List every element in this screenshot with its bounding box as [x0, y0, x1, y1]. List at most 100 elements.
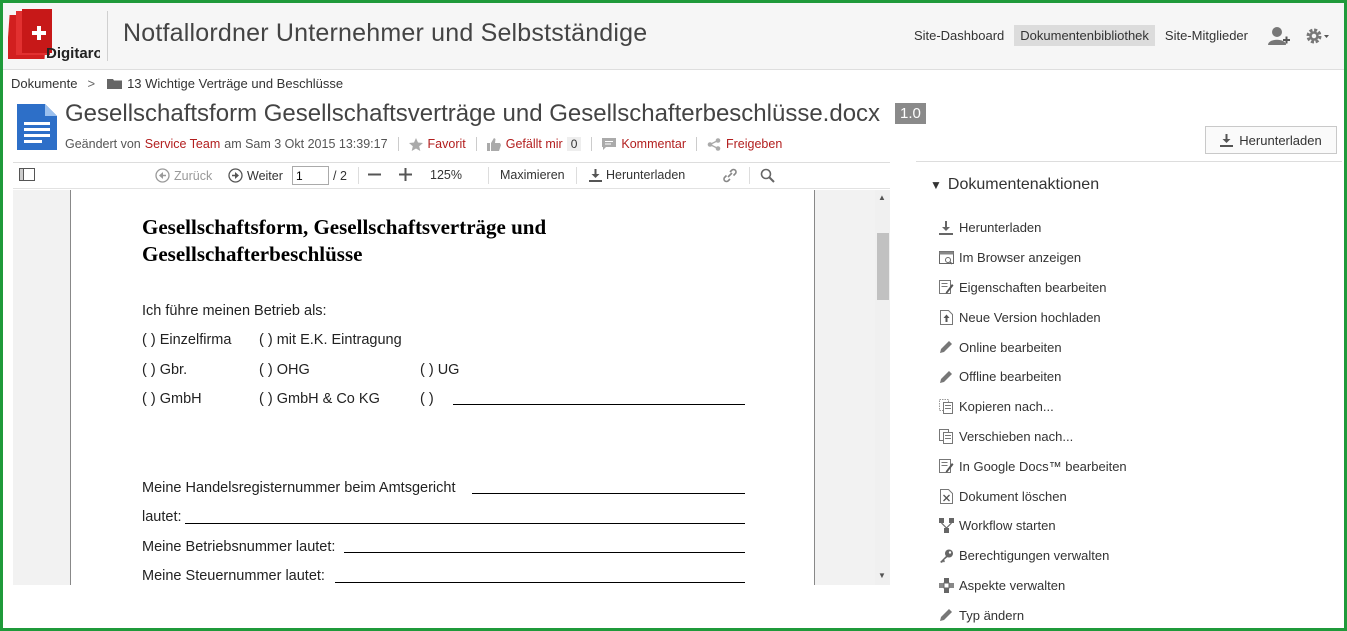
fill-line: [472, 493, 745, 494]
nav-site-dashboard[interactable]: Site-Dashboard: [908, 25, 1010, 46]
breadcrumb-folder-label: 13 Wichtige Verträge und Beschlüsse: [127, 76, 344, 91]
action-move-to[interactable]: Verschieben nach...: [938, 422, 1127, 452]
pencil-icon: [938, 339, 954, 355]
meta-divider: [397, 137, 399, 151]
search-icon[interactable]: [760, 168, 775, 183]
action-copy-to[interactable]: Kopieren nach...: [938, 392, 1127, 422]
page-number-control: / 2: [292, 166, 347, 185]
action-change-type[interactable]: Typ ändern: [938, 600, 1127, 628]
previous-page-label: Zurück: [174, 168, 213, 183]
viewer-toolbar: Zurück Weiter / 2 125% Maximieren: [13, 163, 890, 189]
action-manage-aspects[interactable]: Aspekte verwalten: [938, 571, 1127, 601]
option-einzelfirma: ( ) Einzelfirma: [142, 332, 232, 348]
maximize-button[interactable]: Maximieren: [500, 168, 565, 182]
pencil-icon: [938, 607, 954, 623]
share-icon: [707, 137, 721, 151]
meta-divider: [696, 137, 697, 151]
header-nav: Site-Dashboard Dokumentenbibliothek Site…: [904, 25, 1330, 46]
scroll-up-icon[interactable]: ▲: [878, 193, 886, 202]
document-page: Gesellschaftsform, Gesellschaftsverträge…: [70, 190, 815, 585]
arrow-right-circle-icon: [228, 168, 243, 183]
action-edit-properties[interactable]: Eigenschaften bearbeiten: [938, 273, 1127, 303]
viewer-scrollbar[interactable]: ▲ ▼: [875, 190, 890, 585]
action-view-in-browser[interactable]: Im Browser anzeigen: [938, 243, 1127, 273]
modified-date: am Sam 3 Okt 2015 13:39:17: [224, 137, 388, 151]
action-edit-google-docs[interactable]: In Google Docs™ bearbeiten: [938, 451, 1127, 481]
scroll-thumb[interactable]: [877, 233, 889, 300]
zoom-level[interactable]: 125%: [430, 168, 462, 182]
pencil-icon: [938, 369, 954, 385]
zoom-in-button[interactable]: [399, 168, 412, 181]
word-document-icon: [15, 104, 59, 155]
document-actions-panel: ▼ Dokumentenaktionen Herunterladen Im Br…: [916, 161, 1342, 628]
page-intro: Ich führe meinen Betrieb als:: [142, 303, 327, 319]
action-edit-offline[interactable]: Offline bearbeiten: [938, 362, 1127, 392]
page-number-input[interactable]: [292, 166, 329, 185]
document-actions-header[interactable]: ▼ Dokumentenaktionen: [930, 176, 1099, 194]
gear-icon[interactable]: [1304, 26, 1330, 46]
favorite-button[interactable]: Favorit: [408, 137, 466, 151]
action-edit-online[interactable]: Online bearbeiten: [938, 332, 1127, 362]
breadcrumb-separator: >: [87, 76, 96, 91]
option-gmbh: ( ) GmbH: [142, 391, 202, 407]
next-page-button[interactable]: Weiter: [228, 168, 283, 183]
link-icon[interactable]: [722, 168, 738, 183]
star-icon: [408, 137, 423, 151]
action-manage-permissions[interactable]: Berechtigungen verwalten: [938, 541, 1127, 571]
scroll-down-icon[interactable]: ▼: [878, 571, 886, 580]
nav-document-library[interactable]: Dokumentenbibliothek: [1014, 25, 1155, 46]
edit-properties-icon: [938, 279, 954, 295]
fill-line: [335, 582, 745, 583]
breadcrumb-folder[interactable]: 13 Wichtige Verträge und Beschlüsse: [107, 76, 343, 91]
download-button[interactable]: Herunterladen: [1205, 126, 1337, 154]
fill-line: [344, 552, 745, 553]
share-button[interactable]: Freigeben: [707, 137, 782, 151]
folder-icon: [107, 78, 123, 89]
toolbar-divider: [576, 167, 577, 184]
action-upload-new-version[interactable]: Neue Version hochladen: [938, 302, 1127, 332]
download-button-label: Herunterladen: [1239, 132, 1322, 148]
digitaro-logo[interactable]: Digitaro: [6, 9, 103, 63]
comment-label: Kommentar: [621, 137, 686, 151]
download-icon: [589, 168, 602, 182]
betriebsnummer-label: Meine Betriebsnummer lautet:: [142, 539, 336, 555]
meta-divider: [591, 137, 593, 151]
previous-page-button[interactable]: Zurück: [155, 168, 212, 183]
plus-icon: [399, 168, 412, 181]
like-button[interactable]: Gefällt mir 0: [486, 137, 582, 151]
document-viewer: Zurück Weiter / 2 125% Maximieren: [13, 162, 890, 585]
move-icon: [938, 428, 954, 444]
add-user-icon[interactable]: [1268, 26, 1290, 46]
document-actions-title: Dokumentenaktionen: [947, 176, 1100, 193]
action-start-workflow[interactable]: Workflow starten: [938, 511, 1127, 541]
page-total: / 2: [333, 168, 347, 183]
sidebar-toggle-icon[interactable]: [19, 168, 35, 181]
copy-icon: [938, 399, 954, 415]
action-download[interactable]: Herunterladen: [938, 213, 1127, 243]
like-count: 0: [566, 137, 582, 151]
modified-user-link[interactable]: Service Team: [145, 137, 221, 151]
upload-icon: [938, 309, 954, 325]
document-viewport[interactable]: Gesellschaftsform, Gesellschaftsverträge…: [13, 190, 890, 585]
viewer-download-label: Herunterladen: [606, 168, 686, 182]
document-actions-list: Herunterladen Im Browser anzeigen Eigens…: [938, 213, 1127, 628]
collapse-triangle-icon: ▼: [930, 178, 942, 192]
lautet-label: lautet:: [142, 509, 182, 525]
google-docs-icon: [938, 458, 954, 474]
toolbar-divider: [488, 167, 489, 184]
option-gbr: ( ) Gbr.: [142, 362, 188, 378]
hr-number-label: Meine Handelsregisternummer beim Amtsger…: [142, 480, 456, 496]
nav-site-members[interactable]: Site-Mitglieder: [1159, 25, 1254, 46]
document-title: Gesellschaftsform Gesellschaftsverträge …: [65, 100, 881, 127]
viewer-download-button[interactable]: Herunterladen: [589, 168, 685, 182]
download-icon: [1220, 133, 1234, 147]
delete-icon: [938, 488, 954, 504]
comment-button[interactable]: Kommentar: [602, 137, 686, 151]
svg-text:Digitaro: Digitaro: [46, 45, 100, 62]
option-other: ( ): [420, 391, 434, 407]
option-ek-eintragung: ( ) mit E.K. Eintragung: [259, 332, 402, 348]
zoom-out-button[interactable]: [368, 168, 381, 181]
site-title: Notfallordner Unternehmer und Selbststän…: [123, 19, 648, 47]
action-delete-document[interactable]: Dokument löschen: [938, 481, 1127, 511]
breadcrumb-root[interactable]: Dokumente: [11, 76, 77, 91]
